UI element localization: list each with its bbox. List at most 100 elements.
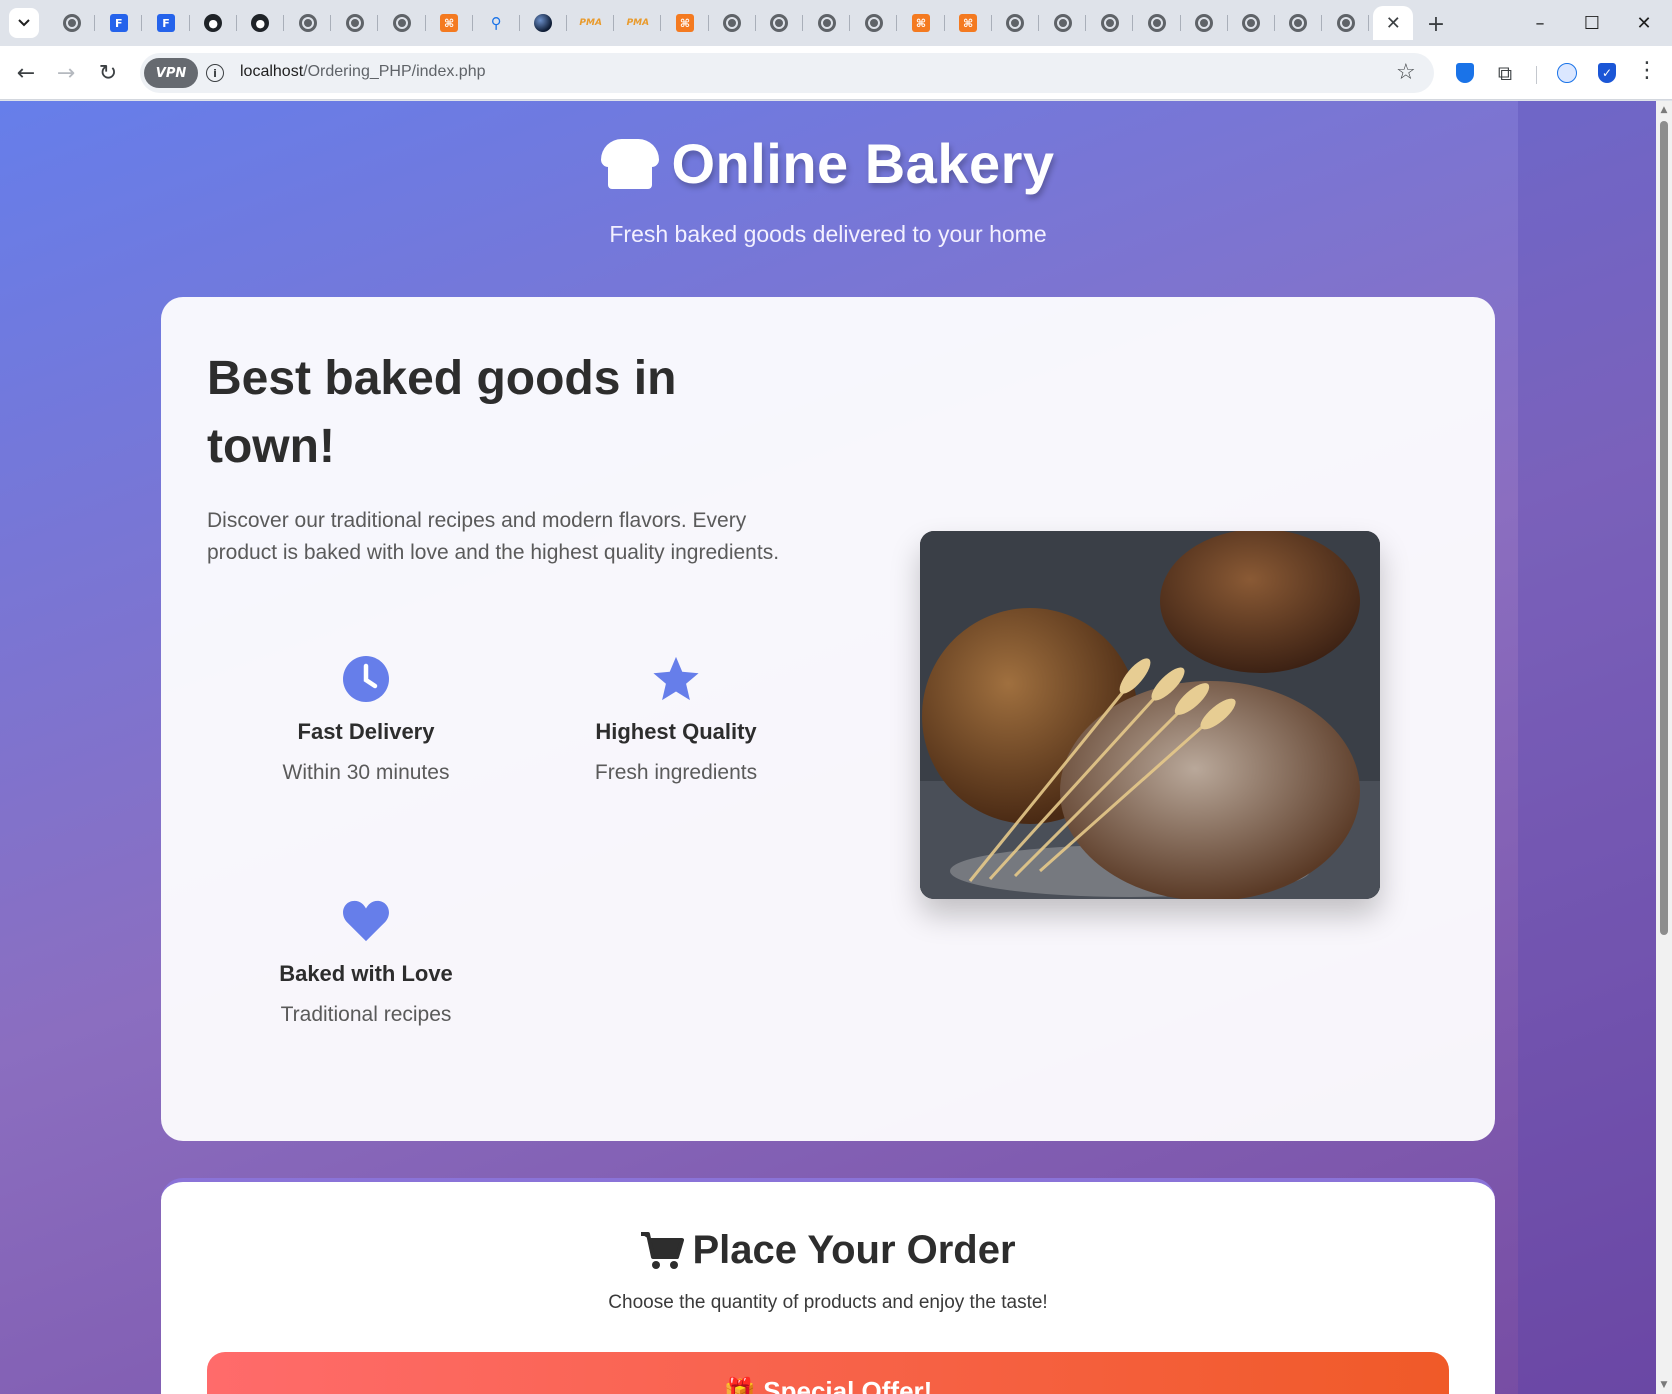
maximize-button[interactable]: ☐ — [1566, 0, 1618, 46]
browser-tab[interactable]: ⌘ — [426, 6, 473, 40]
feature-subtitle: Fresh ingredients — [594, 761, 758, 784]
shopping-cart-icon — [641, 1231, 685, 1269]
browser-tab[interactable] — [1039, 6, 1087, 40]
form-favicon-icon: F — [156, 14, 175, 32]
scroll-down-icon[interactable]: ▼ — [1659, 1380, 1669, 1390]
brand: Online Bakery — [0, 131, 1656, 196]
browser-tab[interactable]: F — [142, 6, 190, 40]
feature-title: Highest Quality — [595, 719, 757, 744]
minimize-button[interactable]: – — [1514, 0, 1566, 46]
url-path: /Ordering_PHP/index.php — [303, 63, 486, 80]
browser-tab[interactable]: ● — [237, 6, 285, 40]
scrollbar-thumb[interactable] — [1660, 121, 1668, 935]
github-favicon-icon: ● — [251, 14, 270, 32]
page-scrollbar[interactable]: ▲ ▼ — [1656, 101, 1672, 1394]
browser-tab[interactable] — [331, 6, 379, 40]
gift-icon: 🎁 — [723, 1376, 764, 1394]
browser-tab[interactable] — [756, 6, 804, 40]
feature-baked-with-love: Baked with Love Traditional recipes — [221, 897, 511, 1027]
feature-title: Baked with Love — [279, 961, 453, 986]
reload-button[interactable]: ↻ — [94, 59, 122, 87]
xampp-favicon-icon: ⌘ — [959, 14, 978, 32]
forward-button[interactable]: → — [52, 59, 80, 87]
profile-icon[interactable] — [1554, 60, 1580, 86]
globe-favicon-icon — [1006, 14, 1025, 32]
plus-icon: + — [1426, 11, 1446, 37]
url-host: localhost — [240, 63, 304, 80]
bookmark-star-icon[interactable]: ☆ — [1396, 60, 1416, 85]
feature-fast-delivery: Fast Delivery Within 30 minutes — [221, 655, 511, 785]
maximize-icon: ☐ — [1583, 12, 1601, 34]
tab-strip: F F ● ● ⌘ ⚲ PMA PMA ⌘ ⌘ ⌘ ✕ + – ☐ ✕ — [0, 0, 1672, 46]
browser-tab[interactable] — [709, 6, 757, 40]
extension-shield-icon[interactable] — [1452, 60, 1478, 86]
browser-tab[interactable]: ⌘ — [945, 6, 992, 40]
globe-favicon-icon — [1289, 14, 1308, 32]
hero-card: Best baked goods in town! Discover our t… — [161, 297, 1495, 1141]
form-favicon-icon: F — [109, 14, 128, 32]
globe-favicon-icon — [392, 14, 411, 32]
feature-subtitle: Traditional recipes — [280, 1003, 452, 1026]
active-tab[interactable]: ✕ — [1373, 6, 1414, 40]
address-bar[interactable]: VPN i localhost/Ordering_PHP/index.php ☆ — [140, 53, 1434, 93]
close-window-button[interactable]: ✕ — [1618, 0, 1670, 46]
browser-tab[interactable] — [378, 6, 426, 40]
scroll-up-icon[interactable]: ▲ — [1659, 105, 1669, 115]
close-tab-icon[interactable]: ✕ — [1386, 13, 1401, 34]
globe-favicon-icon — [345, 14, 364, 32]
globe-favicon-icon — [1242, 14, 1261, 32]
browser-tab[interactable] — [1322, 6, 1370, 40]
browser-tab[interactable] — [992, 6, 1040, 40]
chevron-down-icon — [18, 19, 30, 27]
special-offer-label: 🎁 Special Offer! — [207, 1376, 1449, 1394]
back-button[interactable]: ← — [12, 59, 40, 87]
browser-tab[interactable] — [803, 6, 851, 40]
site-title: Online Bakery — [671, 132, 1055, 195]
browser-tab[interactable]: ⚲ — [473, 6, 521, 40]
feature-title: Fast Delivery — [297, 719, 435, 744]
globe-favicon-icon — [770, 14, 789, 32]
tab-search-button[interactable] — [9, 8, 39, 38]
bread-photo — [920, 531, 1380, 899]
search-favicon-icon: ⚲ — [490, 14, 502, 32]
browser-tab[interactable] — [1228, 6, 1276, 40]
feature-highest-quality: Highest Quality Fresh ingredients — [531, 655, 821, 785]
extensions-puzzle-icon[interactable]: ⧉ — [1492, 60, 1518, 86]
browser-tab[interactable] — [48, 6, 96, 40]
browser-tab[interactable]: ● — [190, 6, 237, 40]
minimize-icon: – — [1535, 12, 1545, 34]
earth-favicon-icon — [534, 14, 553, 32]
browser-tab[interactable] — [1275, 6, 1323, 40]
new-tab-button[interactable]: + — [1422, 10, 1450, 38]
order-section: Place Your Order Choose the quantity of … — [161, 1178, 1495, 1394]
site-info-icon[interactable]: i — [206, 64, 224, 82]
browser-tab[interactable] — [1086, 6, 1134, 40]
browser-tab[interactable]: PMA — [614, 6, 662, 40]
reload-icon: ↻ — [98, 60, 118, 86]
github-favicon-icon: ● — [204, 14, 223, 32]
bread-icon — [601, 138, 660, 189]
browser-toolbar: ← → ↻ VPN i localhost/Ordering_PHP/index… — [0, 46, 1672, 100]
url-text[interactable]: localhost/Ordering_PHP/index.php — [240, 63, 485, 81]
browser-tab[interactable] — [520, 6, 568, 40]
vpn-badge[interactable]: VPN — [144, 58, 198, 88]
offer-text: Special Offer! — [763, 1376, 933, 1394]
browser-tab[interactable] — [1133, 6, 1181, 40]
browser-tab[interactable]: F — [95, 6, 143, 40]
close-icon: ✕ — [1636, 12, 1652, 34]
browser-tab[interactable]: PMA — [567, 6, 615, 40]
page-background-edge — [1518, 101, 1658, 1394]
toolbar-divider — [1536, 66, 1537, 84]
hero-description: Discover our traditional recipes and mod… — [207, 509, 780, 564]
browser-tab[interactable] — [1181, 6, 1228, 40]
browser-menu-icon[interactable]: ⋮ — [1636, 58, 1658, 83]
arrow-left-icon: ← — [16, 60, 36, 86]
browser-tab[interactable] — [850, 6, 898, 40]
browser-tab[interactable]: ⌘ — [661, 6, 709, 40]
security-extension-icon[interactable]: ✓ — [1594, 60, 1620, 86]
special-offer-banner: 🎁 Special Offer! — [207, 1352, 1449, 1394]
globe-favicon-icon — [1147, 14, 1166, 32]
site-tagline: Fresh baked goods delivered to your home — [609, 221, 1047, 247]
browser-tab[interactable] — [284, 6, 332, 40]
browser-tab[interactable]: ⌘ — [897, 6, 945, 40]
